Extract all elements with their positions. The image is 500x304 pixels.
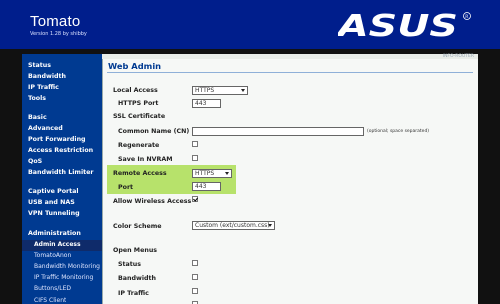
sidebar-subitem-tomatoanon[interactable]: TomatoAnon (34, 252, 71, 259)
sidebar-subitem-admin-access[interactable]: Admin Access (34, 241, 81, 248)
sidebar-item-status[interactable]: Status (28, 62, 51, 69)
color-scheme-value: Custom (ext/custom.css) (195, 222, 270, 229)
sidebar-item-qos[interactable]: QoS (28, 158, 42, 165)
open-menu-iptraffic-checkbox[interactable] (192, 288, 198, 294)
remote-access-label: Remote Access (113, 170, 167, 177)
sidebar-item-captive-portal[interactable]: Captive Portal (28, 188, 79, 195)
chevron-down-icon (225, 172, 229, 175)
sidebar-item-bandwidth-limiter[interactable]: Bandwidth Limiter (28, 169, 93, 176)
app-title: Tomato (30, 13, 81, 30)
https-port-label: HTTPS Port (118, 100, 159, 107)
left-gutter (0, 54, 22, 304)
sidebar-item-bandwidth[interactable]: Bandwidth (28, 73, 66, 80)
sidebar-nav: Status Bandwidth IP Traffic Tools Basic … (22, 54, 102, 304)
open-menu-bandwidth-checkbox[interactable] (192, 274, 198, 280)
sidebar-item-port-forwarding[interactable]: Port Forwarding (28, 136, 86, 143)
port-label: Port (118, 184, 134, 191)
page-title: Web Admin (108, 61, 162, 71)
svg-text:R: R (465, 14, 468, 20)
sidebar-item-tools[interactable]: Tools (28, 95, 46, 102)
asus-logo: ASUS R (338, 10, 471, 40)
sidebar-item-vpn-tunneling[interactable]: VPN Tunneling (28, 210, 80, 217)
common-name-input[interactable] (192, 127, 364, 136)
regenerate-label: Regenerate (118, 142, 160, 149)
title-underline (107, 72, 473, 73)
sidebar-item-usb-nas[interactable]: USB and NAS (28, 199, 75, 206)
open-menu-iptraffic-label: IP Traffic (118, 290, 149, 297)
sidebar-item-access-restriction[interactable]: Access Restriction (28, 147, 93, 154)
regenerate-checkbox[interactable] (192, 141, 198, 147)
open-menu-bandwidth-label: Bandwidth (118, 275, 157, 282)
open-menus-label: Open Menus (113, 247, 158, 254)
save-nvram-label: Save In NVRAM (118, 156, 173, 163)
local-access-select[interactable]: HTTPS (192, 86, 248, 95)
sidebar-subitem-bandwidth-monitoring[interactable]: Bandwidth Monitoring (34, 263, 100, 270)
chevron-down-icon (241, 89, 245, 92)
info-strip (102, 54, 478, 59)
sidebar-item-basic[interactable]: Basic (28, 114, 47, 121)
common-name-note: (optional; space separated) (367, 129, 430, 134)
right-gutter (478, 54, 500, 304)
color-scheme-select[interactable]: Custom (ext/custom.css) (192, 221, 275, 230)
remote-port-input[interactable]: 443 (192, 182, 221, 191)
sidebar-subitem-cifs-client[interactable]: CIFS Client (34, 297, 66, 302)
sidebar-item-administration[interactable]: Administration (28, 230, 81, 237)
save-nvram-checkbox[interactable] (192, 155, 198, 161)
open-menu-status-label: Status (118, 261, 142, 268)
sidebar-item-ip-traffic[interactable]: IP Traffic (28, 84, 59, 91)
app-version: Version 1.28 by shibby (30, 31, 87, 37)
open-menu-status-checkbox[interactable] (192, 260, 198, 266)
svg-text:ASUS: ASUS (338, 10, 458, 40)
https-port-input[interactable]: 443 (192, 99, 221, 108)
router-name: INFO-ROUTER (442, 54, 474, 59)
remote-access-select[interactable]: HTTPS (192, 169, 232, 178)
allow-wireless-checkbox[interactable] (192, 196, 198, 202)
ssl-certificate-label: SSL Certificate (113, 113, 166, 120)
sidebar-subitem-ip-traffic-monitoring[interactable]: IP Traffic Monitoring (34, 274, 93, 281)
local-access-value: HTTPS (195, 87, 215, 94)
remote-access-value: HTTPS (195, 170, 215, 177)
header-banner: Tomato Version 1.28 by shibby ASUS R (0, 0, 500, 49)
sidebar-subitem-buttons-led[interactable]: Buttons/LED (34, 285, 71, 292)
common-name-label: Common Name (CN) (118, 128, 190, 135)
color-scheme-label: Color Scheme (113, 223, 162, 230)
local-access-label: Local Access (113, 87, 158, 94)
chevron-down-icon (268, 224, 272, 227)
allow-wireless-label: Allow Wireless Access (113, 198, 192, 205)
sidebar-item-advanced[interactable]: Advanced (28, 125, 63, 132)
